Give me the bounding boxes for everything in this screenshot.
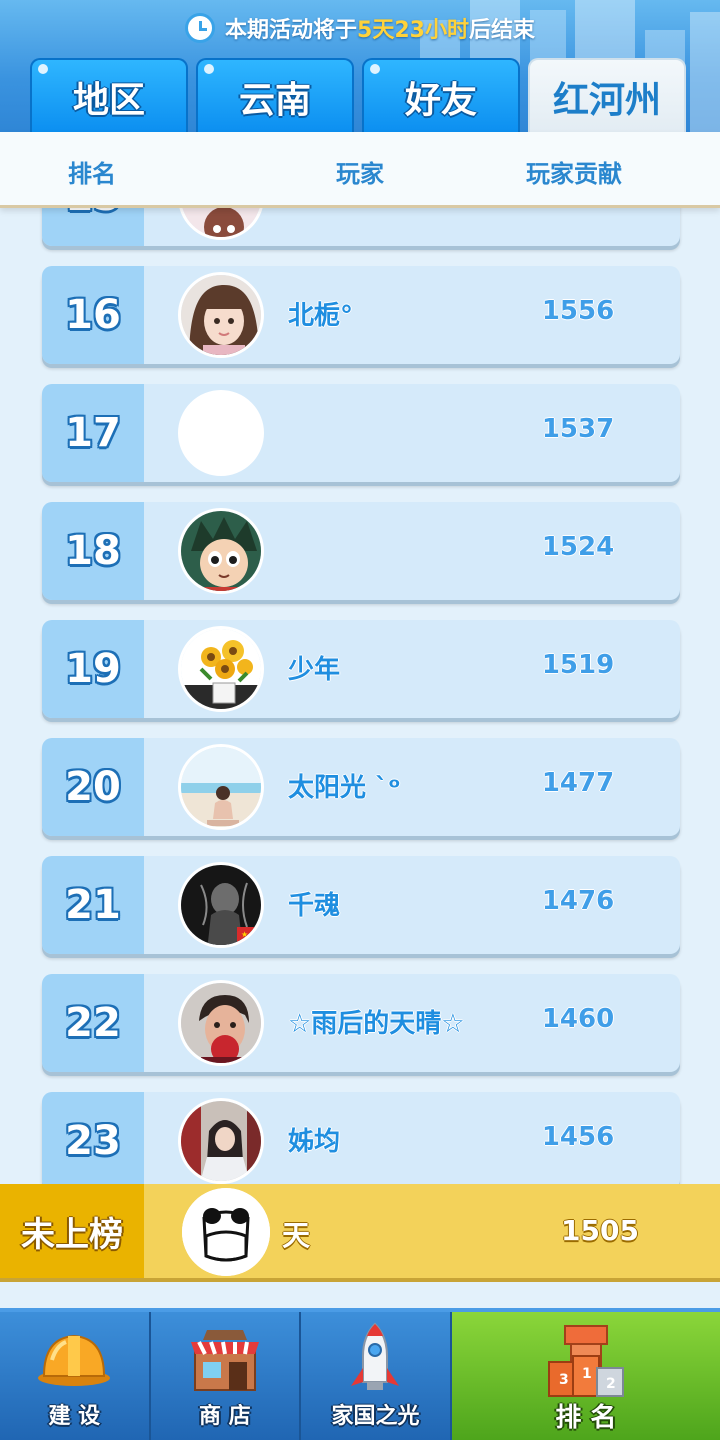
player-column-header: 玩家: [336, 160, 384, 188]
player-score: 1524: [541, 532, 615, 562]
nav-national-glory-label: 家国之光: [331, 1404, 420, 1429]
rank-number: 15: [65, 208, 121, 220]
player-score: 1477: [541, 768, 615, 798]
hard-hat-icon: [38, 1334, 111, 1386]
player-avatar[interactable]: [178, 744, 264, 830]
player-name: ☆雨后的天晴☆: [288, 1009, 465, 1039]
rank-number: 19: [65, 646, 121, 692]
rank-number: 17: [65, 410, 121, 456]
svg-text:2: 2: [606, 1376, 616, 1392]
svg-text:1: 1: [582, 1366, 592, 1382]
player-score: 1519: [541, 650, 615, 680]
rank-cell: 16: [42, 266, 144, 364]
my-score: 1505: [561, 1214, 639, 1247]
nav-ranking-label: 排 名: [555, 1403, 617, 1433]
leaderboard-row[interactable]: 23 姊均 1456: [42, 1092, 680, 1184]
tab-friends[interactable]: 好友: [362, 58, 520, 132]
rank-cell: 17: [42, 384, 144, 482]
countdown-prefix: 本期活动将于: [225, 18, 358, 43]
player-name: 少年: [288, 655, 341, 685]
player-avatar[interactable]: [178, 508, 264, 594]
countdown-time: 5天23小时: [357, 18, 469, 43]
rank-number: 18: [65, 528, 121, 574]
player-name: 姊均: [288, 1127, 341, 1157]
leaderboard-row[interactable]: 18 1524: [42, 502, 680, 600]
rank-number: 21: [65, 882, 121, 928]
leaderboard-list[interactable]: 15 16 北: [0, 208, 720, 1184]
svg-text:★: ★: [241, 930, 248, 939]
top-banner: 本期活动将于 5天23小时 后结束 地区 云南 好友 红河州: [0, 0, 720, 132]
leaderboard-row[interactable]: 21 ★ 千魂 1476: [42, 856, 680, 954]
clock-icon: [185, 13, 216, 43]
rank-number: 16: [65, 292, 121, 338]
my-rank-status: 未上榜: [0, 1184, 144, 1278]
leaderboard-row[interactable]: 20 太阳光 ˋᵒ 1477: [42, 738, 680, 836]
leaderboard-row[interactable]: 22 ☆雨后的天晴☆ 1460: [42, 974, 680, 1072]
region-tabs: 地区 云南 好友 红河州: [30, 58, 686, 132]
player-avatar[interactable]: [178, 626, 264, 712]
player-score: 1460: [541, 1004, 615, 1034]
player-name: 千魂: [288, 891, 341, 921]
player-avatar[interactable]: [178, 980, 264, 1066]
tab-region[interactable]: 地区: [30, 58, 188, 132]
rank-number: 20: [65, 764, 121, 810]
player-avatar[interactable]: [178, 390, 264, 476]
tab-honghe[interactable]: 红河州: [528, 58, 686, 132]
player-avatar[interactable]: [178, 1098, 264, 1184]
leaderboard-row[interactable]: 15: [42, 208, 680, 246]
rank-column-header: 排名: [68, 160, 116, 188]
podium-icon: 3 1 2: [547, 1325, 624, 1397]
countdown-suffix: 后结束: [468, 18, 535, 43]
my-rank-bar[interactable]: 未上榜 天 1505: [0, 1184, 720, 1282]
rank-cell: 22: [42, 974, 144, 1072]
my-name: 天: [282, 1219, 311, 1252]
leaderboard-row[interactable]: 17 1537: [42, 384, 680, 482]
player-score: 1556: [541, 296, 615, 326]
leaderboard-header: 排名 玩家 玩家贡献: [0, 132, 720, 208]
event-countdown: 本期活动将于 5天23小时 后结束: [0, 10, 720, 46]
tab-yunnan[interactable]: 云南: [196, 58, 354, 132]
rank-cell: 18: [42, 502, 144, 600]
rank-cell: 15: [42, 208, 144, 246]
player-score: 1476: [541, 886, 615, 916]
player-avatar[interactable]: [178, 272, 264, 358]
leaderboard-row[interactable]: 19 少年 1519: [42, 620, 680, 718]
nav-shop-label: 商 店: [199, 1404, 251, 1429]
player-avatar[interactable]: [178, 208, 264, 240]
leaderboard-row[interactable]: 16 北栀° 1556: [42, 266, 680, 364]
nav-ranking[interactable]: 3 1 2 排 名: [451, 1312, 720, 1440]
rank-cell: 19: [42, 620, 144, 718]
rank-number: 23: [65, 1118, 121, 1164]
player-score: 1537: [541, 414, 615, 444]
nav-shop[interactable]: 商 店: [150, 1312, 302, 1440]
player-score: 1456: [541, 1122, 615, 1152]
contribution-column-header: 玩家贡献: [526, 160, 622, 188]
rank-number: 22: [65, 1000, 121, 1046]
nav-build-label: 建 设: [48, 1404, 101, 1429]
rocket-icon: [351, 1322, 400, 1390]
player-avatar[interactable]: ★: [178, 862, 264, 948]
nav-build[interactable]: 建 设: [0, 1312, 151, 1440]
nav-national-glory[interactable]: 家国之光: [301, 1312, 452, 1440]
rank-cell: 20: [42, 738, 144, 836]
player-name: 太阳光 ˋᵒ: [288, 773, 401, 803]
shop-icon: [190, 1330, 259, 1391]
svg-text:3: 3: [559, 1372, 569, 1388]
player-name: 北栀°: [288, 301, 354, 331]
rank-cell: 21: [42, 856, 144, 954]
bottom-navigation: 建 设 商 店 家国之光 3 1 2 排 名: [0, 1308, 720, 1440]
my-avatar[interactable]: [182, 1188, 270, 1276]
rank-cell: 23: [42, 1092, 144, 1184]
